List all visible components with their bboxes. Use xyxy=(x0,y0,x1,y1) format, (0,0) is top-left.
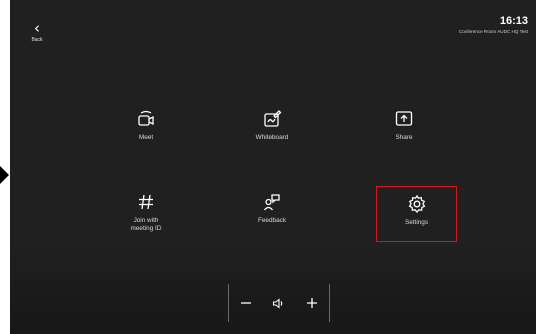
join-meeting-id-button[interactable]: Join with meeting ID xyxy=(106,191,186,247)
minus-icon xyxy=(240,302,251,304)
whiteboard-button[interactable]: Whiteboard xyxy=(232,108,312,164)
whiteboard-pen-icon xyxy=(261,108,283,130)
share-label: Share xyxy=(395,134,413,141)
plus-icon xyxy=(307,298,318,308)
settings-label: Settings xyxy=(404,219,429,226)
volume-up-button[interactable] xyxy=(301,292,323,314)
pointer-arrow xyxy=(0,166,9,184)
teams-room-panel: ‹ Back 16:13 Conference Room AUDC HQ Tes… xyxy=(10,0,536,334)
back-label: Back xyxy=(31,37,43,43)
gear-icon xyxy=(406,193,428,215)
feedback-label: Feedback xyxy=(257,217,287,224)
meet-button[interactable]: Meet xyxy=(106,108,186,164)
speaker-icon xyxy=(268,292,290,314)
clock-time: 16:13 xyxy=(499,15,528,27)
volume-down-button[interactable] xyxy=(235,292,257,314)
meet-camera-icon xyxy=(135,108,157,130)
back-button[interactable]: ‹ Back xyxy=(24,19,50,46)
feedback-button[interactable]: Feedback xyxy=(232,191,312,247)
whiteboard-label: Whiteboard xyxy=(255,134,289,141)
room-name: Conference Room AUDC HQ Test xyxy=(458,29,528,34)
join-label: Join with meeting ID xyxy=(130,217,162,232)
chevron-left-icon: ‹ xyxy=(34,19,40,37)
share-button[interactable]: Share xyxy=(364,108,444,164)
share-upload-icon xyxy=(393,108,415,130)
meet-label: Meet xyxy=(138,134,154,141)
volume-control xyxy=(228,284,330,322)
feedback-person-icon xyxy=(261,191,283,213)
hash-icon xyxy=(135,191,157,213)
settings-button[interactable]: Settings xyxy=(376,186,457,242)
